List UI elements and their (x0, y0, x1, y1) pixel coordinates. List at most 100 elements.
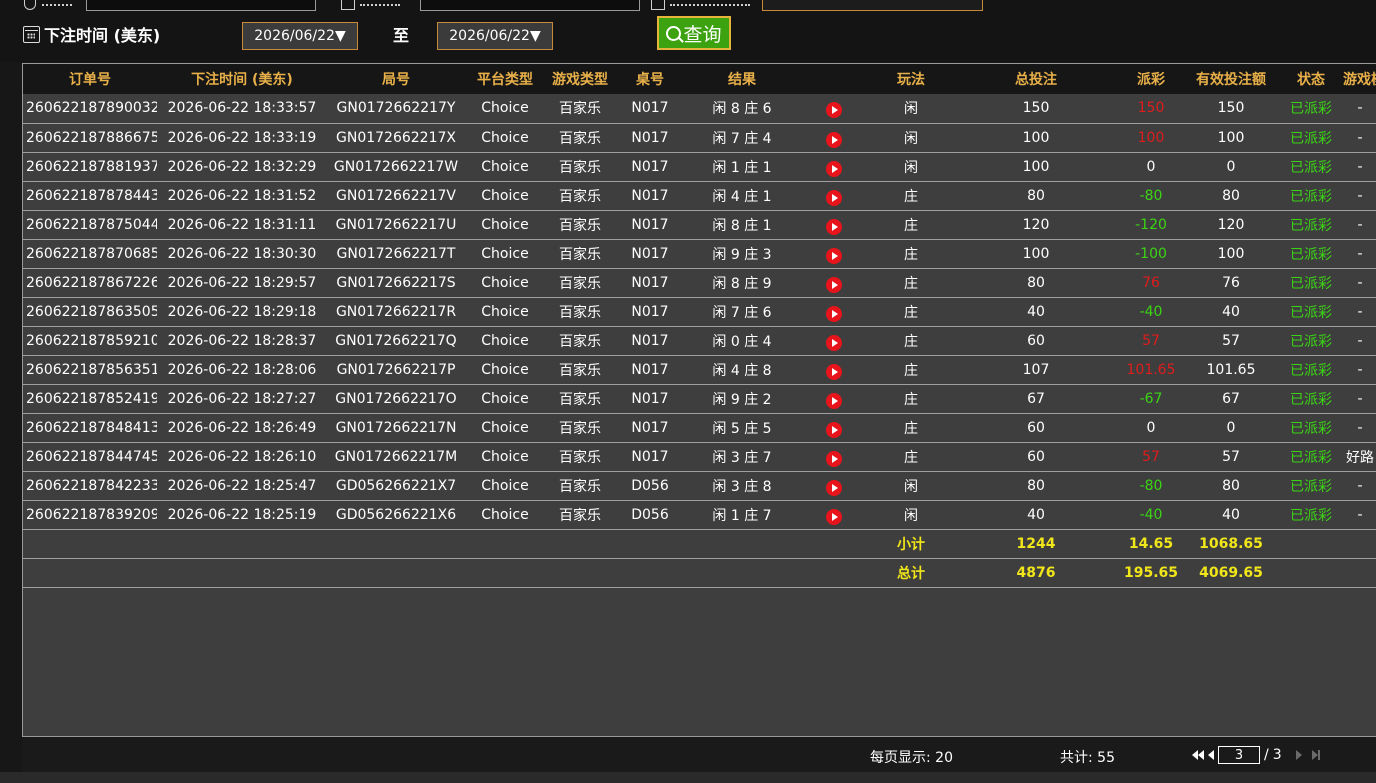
play-circle-icon[interactable] (826, 160, 842, 177)
summary-empty-cell (157, 529, 327, 558)
play-circle-icon[interactable] (826, 102, 842, 119)
replay-cell (799, 500, 869, 529)
result-cell: 闲 4 庄 8 (712, 362, 772, 379)
status-cell: 已派彩 (1290, 420, 1332, 437)
next-page-icon[interactable] (1295, 750, 1302, 760)
header-replay (799, 64, 869, 94)
play-circle-icon[interactable] (826, 479, 842, 496)
total-bet-cell: 67 (1027, 390, 1045, 407)
order-no-cell: 260622187875044 (26, 216, 157, 233)
game-type-cell: 百家乐 (559, 478, 601, 495)
status-cell: 已派彩 (1290, 507, 1332, 524)
valid-bet-cell: 57 (1222, 332, 1240, 349)
game-mode-cell: - (1357, 274, 1363, 291)
payout-cell: 101.65 (1126, 361, 1176, 378)
play-circle-icon[interactable] (826, 189, 842, 206)
play-cell: 庄 (904, 391, 918, 408)
summary-empty-cell (1343, 558, 1376, 587)
play-circle-icon[interactable] (826, 421, 842, 438)
total-bet-cell: 80 (1027, 187, 1045, 204)
result-cell: 闲 7 庄 4 (712, 130, 772, 147)
valid-bet-cell: 80 (1222, 477, 1240, 494)
table-row: 260622187867226 2026-06-22 18:29:57 GN0172… (23, 268, 1376, 297)
play-circle-icon[interactable] (826, 392, 842, 409)
total-bet-cell: 60 (1027, 332, 1045, 349)
valid-bet-cell: 57 (1222, 448, 1240, 465)
summary-label: 总计 (897, 565, 925, 582)
result-cell: 闲 8 庄 6 (712, 101, 772, 118)
bet-time-text: 下注时间 (美东) (44, 26, 161, 45)
result-cell: 闲 3 庄 8 (712, 478, 772, 495)
header-game-type: 游戏类型 (552, 72, 608, 88)
date-from-picker[interactable]: 2026/06/22▼ (242, 22, 358, 50)
summary-empty-cell (545, 529, 615, 558)
bet-time-cell: 2026-06-22 18:32:29 (167, 158, 317, 175)
play-circle-icon[interactable] (826, 508, 842, 525)
pager-bar: 每页显示: 20 共计: 55 / 3 (22, 738, 1376, 772)
play-cell: 庄 (904, 449, 918, 466)
game-mode-cell: - (1357, 419, 1363, 436)
table-row: 260622187890032 2026-06-22 18:33:57 GN0172… (23, 94, 1376, 123)
summary-bet: 1244 (1016, 535, 1056, 552)
replay-cell (799, 297, 869, 326)
play-circle-icon[interactable] (826, 131, 842, 148)
round-no-cell: GD056266221X6 (335, 506, 457, 523)
replay-cell (799, 123, 869, 152)
order-no-cell: 260622187856351 (26, 361, 157, 378)
play-cell: 闲 (904, 101, 918, 118)
summary-empty-cell (685, 558, 799, 587)
page-number-input[interactable] (1218, 746, 1260, 764)
play-circle-icon[interactable] (826, 276, 842, 293)
filter-input-2[interactable] (420, 0, 640, 11)
platform-cell: Choice (481, 448, 529, 465)
date-to-picker[interactable]: 2026/06/22▼ (437, 22, 553, 50)
table-no-cell: N017 (631, 448, 669, 465)
prev-page-icon[interactable] (1208, 750, 1214, 760)
game-mode-cell: - (1357, 100, 1363, 117)
total-bet-cell: 60 (1027, 448, 1045, 465)
play-circle-icon[interactable] (826, 218, 842, 235)
payout-cell: -40 (1139, 303, 1163, 320)
filter-select[interactable] (762, 0, 983, 11)
filter-input-1[interactable] (86, 0, 316, 11)
table-row: 260622187878443 2026-06-22 18:31:52 GN0172… (23, 181, 1376, 210)
order-no-cell: 260622187842233 (26, 477, 157, 494)
table-row: 260622187886675 2026-06-22 18:33:19 GN0172… (23, 123, 1376, 152)
game-type-cell: 百家乐 (559, 391, 601, 408)
last-page-icon[interactable] (1311, 750, 1320, 760)
bet-time-cell: 2026-06-22 18:25:47 (167, 477, 317, 494)
round-no-cell: GN0172662217P (336, 361, 456, 378)
status-cell: 已派彩 (1290, 391, 1332, 408)
summary-label: 小计 (897, 536, 925, 553)
round-no-cell: GN0172662217R (335, 303, 457, 320)
summary-empty-cell (23, 558, 157, 587)
summary-empty-cell (23, 529, 157, 558)
first-page-icon[interactable] (1192, 750, 1204, 760)
result-cell: 闲 9 庄 3 (712, 246, 772, 263)
play-circle-icon[interactable] (826, 334, 842, 351)
play-cell: 庄 (904, 188, 918, 205)
play-circle-icon[interactable] (826, 363, 842, 380)
query-button[interactable]: 查询 (657, 16, 731, 50)
game-icon (651, 0, 665, 10)
round-no-cell: GN0172662217X (336, 129, 456, 146)
play-circle-icon[interactable] (826, 450, 842, 467)
results-panel: 订单号 下注时间 (美东) 局号 平台类型 游戏类型 桌号 结果 玩法 总投注 派彩 有效投注额 状态… (22, 63, 1376, 737)
platform-cell: Choice (481, 187, 529, 204)
valid-bet-cell: 101.65 (1206, 361, 1256, 378)
payout-cell: 0 (1146, 419, 1156, 436)
platform-cell: Choice (481, 100, 529, 117)
order-no-cell: 260622187848413 (26, 419, 157, 436)
play-circle-icon[interactable] (826, 247, 842, 264)
play-circle-icon[interactable] (826, 305, 842, 322)
summary-empty-cell (1279, 529, 1343, 558)
valid-bet-cell: 40 (1222, 303, 1240, 320)
status-cell: 已派彩 (1290, 275, 1332, 292)
result-cell: 闲 5 庄 5 (712, 420, 772, 437)
order-no-cell: 260622187886675 (26, 129, 157, 146)
bet-time-cell: 2026-06-22 18:28:37 (167, 332, 317, 349)
summary-empty-cell (615, 529, 685, 558)
total-bet-cell: 40 (1027, 303, 1045, 320)
payout-cell: 100 (1137, 129, 1165, 146)
field-label-cutoff (670, 0, 750, 6)
